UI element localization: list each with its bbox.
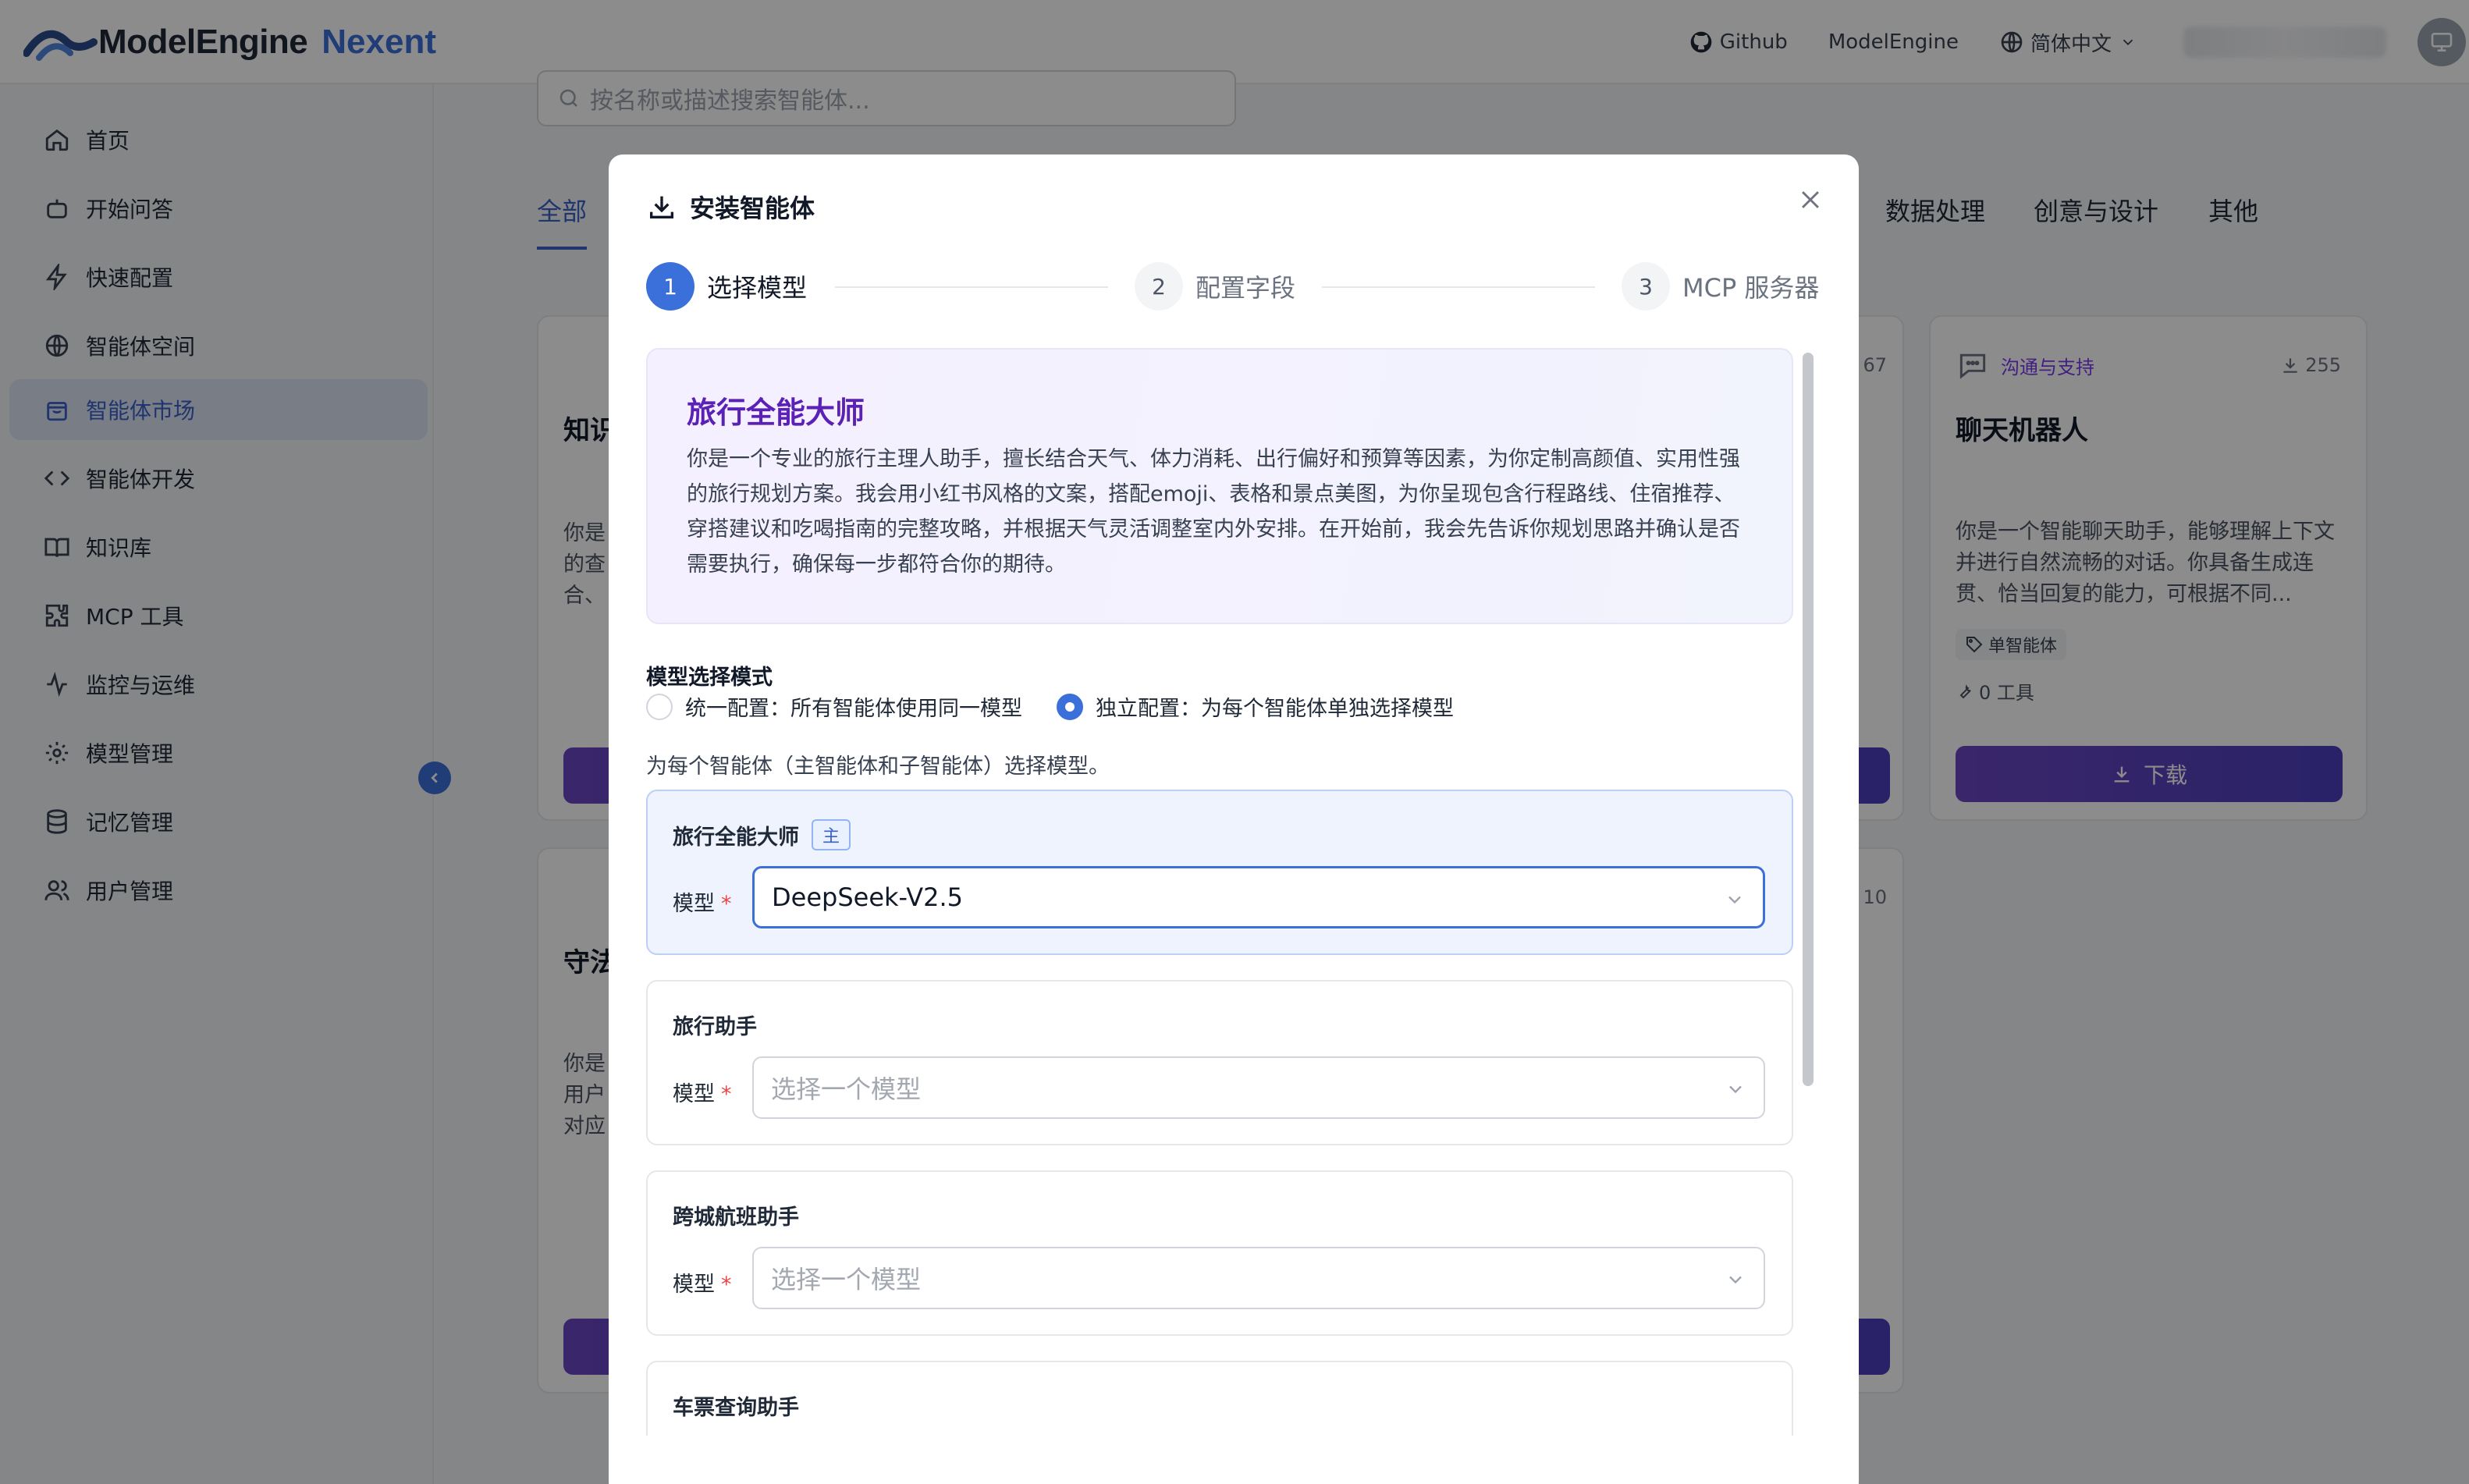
agent-name: 跨城航班助手 [673, 1205, 799, 1230]
agent-intro-desc: 你是一个专业的旅行主理人助手，擅长结合天气、体力消耗、出行偏好和预算等因素，为你… [687, 447, 1740, 577]
agent-intro-title: 旅行全能大师 [687, 396, 865, 430]
agent-model-row: 跨城航班助手 模型 * 选择一个模型 [646, 1170, 1793, 1336]
radio-label: 独立配置：为每个智能体单独选择模型 [1096, 697, 1454, 721]
required-mark: * [721, 892, 732, 916]
step-label: 配置字段 [1195, 273, 1296, 303]
modal-title-text: 安装智能体 [690, 193, 815, 223]
model-field-label-text: 模型 [673, 892, 715, 916]
step-number: 3 [1622, 262, 1670, 311]
chevron-down-icon [1729, 1276, 1742, 1284]
model-select[interactable]: DeepSeek-V2.5 [752, 866, 1765, 928]
model-field-label: 模型 * [673, 1077, 732, 1107]
model-field-label-text: 模型 [673, 1082, 715, 1106]
step-label: MCP 服务器 [1682, 273, 1820, 303]
model-mode-label: 模型选择模式 [646, 666, 773, 690]
radio-label: 统一配置：所有智能体使用同一模型 [685, 697, 1022, 721]
agent-intro-card: 旅行全能大师 你是一个专业的旅行主理人助手，擅长结合天气、体力消耗、出行偏好和预… [646, 348, 1793, 624]
required-mark: * [721, 1273, 732, 1297]
step-connector [1322, 286, 1595, 288]
download-icon [650, 196, 673, 218]
radio-button[interactable] [1057, 693, 1083, 720]
radio-button[interactable] [646, 693, 673, 720]
chevron-down-icon [1729, 1085, 1742, 1094]
model-hint: 为每个智能体（主智能体和子智能体）选择模型。 [646, 754, 1110, 779]
agent-name: 车票查询助手 [673, 1396, 799, 1420]
close-icon [1802, 191, 1819, 208]
step-config-fields: 2 配置字段 [1135, 262, 1295, 311]
step-select-model: 1 选择模型 [646, 262, 807, 311]
required-mark: * [721, 1082, 732, 1106]
step-number: 1 [646, 262, 695, 311]
close-button[interactable] [1793, 183, 1828, 217]
step-connector [835, 286, 1108, 288]
agent-model-row: 旅行助手 模型 * 选择一个模型 [646, 980, 1793, 1145]
modal-scrollbar[interactable] [1803, 353, 1814, 1086]
agent-model-row: 车票查询助手 [646, 1361, 1793, 1436]
agent-name: 旅行全能大师 主 [673, 819, 851, 850]
step-label: 选择模型 [707, 273, 808, 303]
model-field-label-text: 模型 [673, 1273, 715, 1297]
agent-name-text: 旅行全能大师 [673, 825, 799, 850]
chevron-down-icon [1728, 896, 1741, 904]
model-select[interactable]: 选择一个模型 [752, 1056, 1765, 1119]
model-select-value: DeepSeek-V2.5 [772, 882, 963, 912]
modal-scroll-content[interactable]: 旅行全能大师 你是一个专业的旅行主理人助手，擅长结合天气、体力消耗、出行偏好和预… [646, 348, 1793, 1436]
model-field-label: 模型 * [673, 1267, 732, 1298]
agent-model-row-main: 旅行全能大师 主 模型 * DeepSeek-V2.5 [646, 790, 1793, 955]
radio-independent-config[interactable]: 独立配置：为每个智能体单独选择模型 [1057, 691, 1454, 722]
step-mcp-servers: 3 MCP 服务器 [1622, 262, 1819, 311]
modal-title: 安装智能体 [646, 189, 815, 225]
install-agent-modal: 安装智能体 1 选择模型 2 配置字段 3 MCP 服务器 旅行全能大师 你是一… [609, 154, 1859, 1484]
model-select-placeholder: 选择一个模型 [771, 1074, 922, 1104]
step-number: 2 [1135, 262, 1183, 311]
main-agent-badge: 主 [812, 819, 851, 850]
radio-unified-config[interactable]: 统一配置：所有智能体使用同一模型 [646, 691, 1022, 722]
model-select-placeholder: 选择一个模型 [771, 1265, 922, 1294]
model-field-label: 模型 * [673, 886, 732, 917]
agent-name: 旅行助手 [673, 1015, 757, 1039]
model-select[interactable]: 选择一个模型 [752, 1247, 1765, 1309]
